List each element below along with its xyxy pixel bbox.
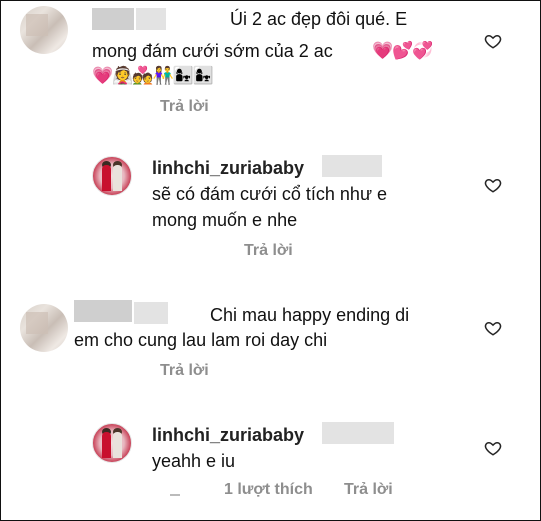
heart-outline-icon[interactable]: [484, 32, 502, 50]
comment-text-line-1: yeahh e iu: [152, 451, 236, 471]
emoji-group-2: 💗👰💑👫👩‍👧👩‍👧: [92, 66, 214, 85]
likes-count[interactable]: 1 lượt thích: [224, 481, 313, 499]
comment-text-line-1: Chi mau happy ending di: [210, 305, 410, 325]
emoji-group-1: 💗💕💞: [372, 41, 434, 60]
commenter-name-blurred-2: [134, 302, 168, 324]
heart-outline-icon[interactable]: [484, 176, 502, 194]
user-avatar[interactable]: [92, 156, 132, 196]
user-avatar[interactable]: [92, 423, 132, 463]
username[interactable]: linhchi_zuriababy: [152, 423, 304, 447]
comment-text-line-1: Úi 2 ac đẹp đôi qué. E: [230, 9, 408, 29]
reply-button[interactable]: Trả lời: [160, 98, 209, 116]
heart-outline-icon[interactable]: [484, 439, 502, 457]
commenter-name-blurred[interactable]: [92, 8, 134, 30]
commenter-name-blurred[interactable]: [74, 300, 132, 322]
comment-text-line-1: sẽ có đám cưới cổ tích như e: [152, 184, 388, 204]
commenter-avatar-blurred[interactable]: [20, 6, 68, 54]
username-suffix-blurred: [322, 422, 394, 444]
thread-divider: [170, 494, 180, 496]
comment-text-line-2: mong đám cưới sớm của 2 ac: [92, 41, 333, 61]
commenter-name-blurred-2: [136, 8, 166, 30]
comment-text-line-2: mong muốn e nhe: [152, 210, 298, 230]
heart-outline-icon[interactable]: [484, 319, 502, 337]
username-suffix-blurred: [322, 155, 382, 177]
commenter-avatar-blurred[interactable]: [20, 304, 68, 352]
reply-button[interactable]: Trả lời: [244, 242, 293, 260]
comment-text-line-2: em cho cung lau lam roi day chi: [74, 330, 328, 350]
reply-button[interactable]: Trả lời: [160, 362, 209, 380]
username[interactable]: linhchi_zuriababy: [152, 156, 304, 180]
reply-button[interactable]: Trả lời: [344, 481, 393, 499]
